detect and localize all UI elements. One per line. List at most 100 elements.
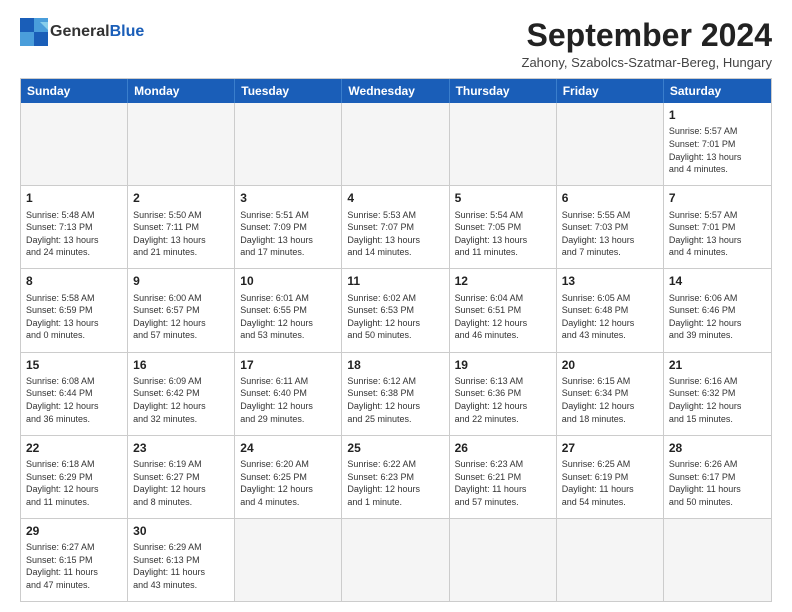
day-number: 21 (669, 357, 766, 373)
table-row: 23 Sunrise: 6:19 AMSunset: 6:27 PMDayligh… (128, 436, 235, 518)
table-row (450, 519, 557, 601)
day-number: 17 (240, 357, 336, 373)
table-row: 16 Sunrise: 6:09 AMSunset: 6:42 PMDayligh… (128, 353, 235, 435)
day-number: 22 (26, 440, 122, 456)
calendar-row: 22Sunrise: 6:18 AMSunset: 6:29 PMDayligh… (21, 436, 771, 519)
logo-blue: Blue (110, 23, 145, 40)
day-number: 25 (347, 440, 443, 456)
cell-details: Sunrise: 6:00 AMSunset: 6:57 PMDaylight:… (133, 292, 229, 342)
cell-details: Sunrise: 6:19 AMSunset: 6:27 PMDaylight:… (133, 458, 229, 508)
day-number: 29 (26, 523, 122, 539)
cell-details: Sunrise: 5:51 AMSunset: 7:09 PMDaylight:… (240, 209, 336, 259)
table-row: 1 Sunrise: 5:48 AMSunset: 7:13 PMDaylight… (21, 186, 128, 268)
calendar-row: 1Sunrise: 5:57 AMSunset: 7:01 PMDaylight… (21, 103, 771, 186)
location: Zahony, Szabolcs-Szatmar-Bereg, Hungary (522, 55, 772, 70)
day-number: 5 (455, 190, 551, 206)
cell-details: Sunrise: 6:12 AMSunset: 6:38 PMDaylight:… (347, 375, 443, 425)
table-row: 14Sunrise: 6:06 AMSunset: 6:46 PMDayligh… (664, 269, 771, 351)
cell-details: Sunrise: 6:08 AMSunset: 6:44 PMDaylight:… (26, 375, 122, 425)
cell-details: Sunrise: 6:05 AMSunset: 6:48 PMDaylight:… (562, 292, 658, 342)
day-number: 2 (133, 190, 229, 206)
calendar-row: 8Sunrise: 5:58 AMSunset: 6:59 PMDaylight… (21, 269, 771, 352)
table-row: 25Sunrise: 6:22 AMSunset: 6:23 PMDayligh… (342, 436, 449, 518)
calendar: Sunday Monday Tuesday Wednesday Thursday… (20, 78, 772, 602)
day-number: 14 (669, 273, 766, 289)
cell-details: Sunrise: 5:57 AMSunset: 7:01 PMDaylight:… (669, 125, 766, 175)
day-number: 28 (669, 440, 766, 456)
day-number: 4 (347, 190, 443, 206)
cell-details: Sunrise: 6:13 AMSunset: 6:36 PMDaylight:… (455, 375, 551, 425)
table-row: 28Sunrise: 6:26 AMSunset: 6:17 PMDayligh… (664, 436, 771, 518)
title-block: September 2024 Zahony, Szabolcs-Szatmar-… (522, 18, 772, 70)
logo-general: General (50, 23, 110, 40)
table-row: 10Sunrise: 6:01 AMSunset: 6:55 PMDayligh… (235, 269, 342, 351)
cell-details: Sunrise: 6:16 AMSunset: 6:32 PMDaylight:… (669, 375, 766, 425)
day-number: 30 (133, 523, 229, 539)
table-row: 17 Sunrise: 6:11 AMSunset: 6:40 PMDayligh… (235, 353, 342, 435)
table-row: 7Sunrise: 5:57 AMSunset: 7:01 PMDaylight… (664, 186, 771, 268)
table-row: 22Sunrise: 6:18 AMSunset: 6:29 PMDayligh… (21, 436, 128, 518)
table-row (342, 519, 449, 601)
day-number: 7 (669, 190, 766, 206)
table-row: 11 Sunrise: 6:02 AMSunset: 6:53 PMDayligh… (342, 269, 449, 351)
cell-details: Sunrise: 6:27 AMSunset: 6:15 PMDaylight:… (26, 541, 122, 591)
calendar-body: 1 Sunrise: 5:57 AMSunset: 7:01 PMDaylight… (21, 103, 771, 601)
header-tuesday: Tuesday (235, 79, 342, 103)
table-row: 5Sunrise: 5:54 AMSunset: 7:05 PMDaylight… (450, 186, 557, 268)
table-row: 19 Sunrise: 6:13 AMSunset: 6:36 PMDayligh… (450, 353, 557, 435)
cell-details: Sunrise: 6:23 AMSunset: 6:21 PMDaylight:… (455, 458, 551, 508)
day-number: 13 (562, 273, 658, 289)
cell-details: Sunrise: 6:25 AMSunset: 6:19 PMDaylight:… (562, 458, 658, 508)
header: GeneralBlue September 2024 Zahony, Szabo… (20, 18, 772, 70)
table-row: 15 Sunrise: 6:08 AMSunset: 6:44 PMDayligh… (21, 353, 128, 435)
cell-details: Sunrise: 5:58 AMSunset: 6:59 PMDaylight:… (26, 292, 122, 342)
table-row: 3 Sunrise: 5:51 AMSunset: 7:09 PMDaylight… (235, 186, 342, 268)
day-number: 18 (347, 357, 443, 373)
cell-details: Sunrise: 6:20 AMSunset: 6:25 PMDaylight:… (240, 458, 336, 508)
table-row: 6Sunrise: 5:55 AMSunset: 7:03 PMDaylight… (557, 186, 664, 268)
day-number: 12 (455, 273, 551, 289)
header-monday: Monday (128, 79, 235, 103)
cell-details: Sunrise: 6:04 AMSunset: 6:51 PMDaylight:… (455, 292, 551, 342)
day-number: 15 (26, 357, 122, 373)
day-number: 16 (133, 357, 229, 373)
header-wednesday: Wednesday (342, 79, 449, 103)
table-row (557, 519, 664, 601)
logo-icon (20, 18, 48, 46)
day-number: 20 (562, 357, 658, 373)
table-row: 27Sunrise: 6:25 AMSunset: 6:19 PMDayligh… (557, 436, 664, 518)
table-row: 13 Sunrise: 6:05 AMSunset: 6:48 PMDayligh… (557, 269, 664, 351)
calendar-row: 1 Sunrise: 5:48 AMSunset: 7:13 PMDaylight… (21, 186, 771, 269)
day-number: 6 (562, 190, 658, 206)
calendar-page: GeneralBlue September 2024 Zahony, Szabo… (0, 0, 792, 612)
day-number: 19 (455, 357, 551, 373)
header-thursday: Thursday (450, 79, 557, 103)
table-row (450, 103, 557, 185)
table-row (664, 519, 771, 601)
logo: GeneralBlue (20, 18, 144, 46)
cell-details: Sunrise: 5:53 AMSunset: 7:07 PMDaylight:… (347, 209, 443, 259)
table-row: 9Sunrise: 6:00 AMSunset: 6:57 PMDaylight… (128, 269, 235, 351)
calendar-row: 29 Sunrise: 6:27 AMSunset: 6:15 PMDayligh… (21, 519, 771, 601)
day-number: 10 (240, 273, 336, 289)
table-row: 8Sunrise: 5:58 AMSunset: 6:59 PMDaylight… (21, 269, 128, 351)
table-row: 29 Sunrise: 6:27 AMSunset: 6:15 PMDayligh… (21, 519, 128, 601)
table-row: 12 Sunrise: 6:04 AMSunset: 6:51 PMDayligh… (450, 269, 557, 351)
table-row: 2Sunrise: 5:50 AMSunset: 7:11 PMDaylight… (128, 186, 235, 268)
month-year: September 2024 (522, 18, 772, 53)
cell-details: Sunrise: 6:02 AMSunset: 6:53 PMDaylight:… (347, 292, 443, 342)
day-number: 3 (240, 190, 336, 206)
header-saturday: Saturday (664, 79, 771, 103)
table-row: 20Sunrise: 6:15 AMSunset: 6:34 PMDayligh… (557, 353, 664, 435)
cell-details: Sunrise: 5:48 AMSunset: 7:13 PMDaylight:… (26, 209, 122, 259)
calendar-row: 15 Sunrise: 6:08 AMSunset: 6:44 PMDayligh… (21, 353, 771, 436)
day-number: 1 (26, 190, 122, 206)
calendar-header: Sunday Monday Tuesday Wednesday Thursday… (21, 79, 771, 103)
cell-details: Sunrise: 6:09 AMSunset: 6:42 PMDaylight:… (133, 375, 229, 425)
table-row (128, 103, 235, 185)
day-number: 11 (347, 273, 443, 289)
table-row: 4 Sunrise: 5:53 AMSunset: 7:07 PMDaylight… (342, 186, 449, 268)
table-row: 24Sunrise: 6:20 AMSunset: 6:25 PMDayligh… (235, 436, 342, 518)
cell-details: Sunrise: 6:11 AMSunset: 6:40 PMDaylight:… (240, 375, 336, 425)
day-number: 23 (133, 440, 229, 456)
